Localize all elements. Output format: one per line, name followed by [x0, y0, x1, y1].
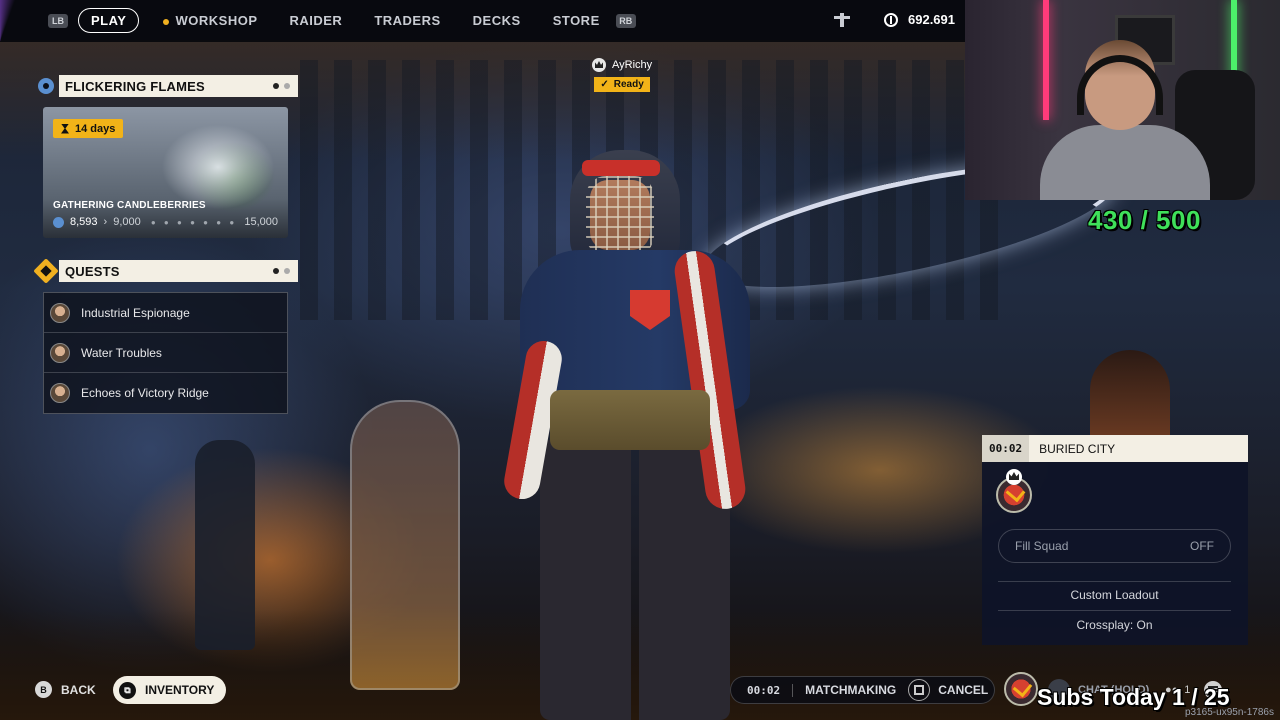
chevron-right-icon: ›: [103, 216, 108, 228]
progress-max: 15,000: [244, 216, 278, 228]
event-subtitle: GATHERING CANDLEBERRIES: [53, 200, 206, 211]
quest-icon: [33, 258, 59, 284]
tab-play[interactable]: PLAY: [78, 8, 140, 33]
progress-dots: ● ● ● ● ● ● ●: [150, 217, 235, 227]
statue: [350, 400, 460, 690]
gear-icon: [38, 78, 54, 94]
matchmaking-bar: 00:02 MATCHMAKING CANCEL: [730, 676, 995, 704]
hourglass-icon: [61, 123, 69, 134]
quests-pager[interactable]: [273, 268, 290, 274]
custom-loadout-button[interactable]: Custom Loadout: [998, 588, 1231, 602]
b-button-icon: B: [35, 681, 52, 698]
cancel-button[interactable]: CANCEL: [938, 683, 988, 697]
notification-dot-icon: [163, 18, 170, 25]
event-header: FLICKERING FLAMES: [33, 74, 298, 98]
checkmark-icon: ✓: [600, 79, 609, 90]
tab-store[interactable]: STORE: [537, 13, 616, 28]
trader-portrait-icon: [50, 302, 70, 323]
event-card[interactable]: 14 days GATHERING CANDLEBERRIES 8,593 › …: [43, 107, 288, 238]
quests-title: QUESTS: [65, 263, 120, 279]
quests-header: QUESTS: [33, 258, 298, 284]
inventory-button[interactable]: ⧉ INVENTORY: [113, 676, 227, 704]
lb-button-icon[interactable]: LB: [48, 13, 68, 28]
currency-value: 692.691: [908, 12, 955, 27]
divider: [998, 610, 1231, 611]
raider-token-icon[interactable]: [834, 12, 850, 27]
top-navigation: LB PLAY WORKSHOP RAIDER TRADERS DECKS ST…: [0, 0, 965, 42]
divider: [998, 581, 1231, 582]
quest-item[interactable]: Water Troubles: [44, 333, 287, 373]
matchmaking-timer: 00:02: [731, 683, 794, 697]
sub-goal-counter: 430 / 500: [1088, 205, 1201, 235]
crown-icon: [1006, 469, 1022, 485]
event-pager[interactable]: [273, 83, 290, 89]
ready-badge: ✓ Ready: [594, 77, 650, 92]
player-tag: AyRichy ✓ Ready: [592, 58, 652, 92]
background-npc: [195, 440, 255, 650]
event-timer-badge: 14 days: [53, 119, 124, 138]
tab-decks[interactable]: DECKS: [457, 13, 537, 28]
event-progress: 8,593 › 9,000 ● ● ● ● ● ● ● 15,000: [53, 216, 278, 228]
tab-traders[interactable]: TRADERS: [358, 13, 456, 28]
stream-rainbow-corner: [0, 0, 40, 42]
quest-list: Industrial Espionage Water Troubles Echo…: [43, 292, 288, 414]
fill-squad-value: OFF: [1190, 539, 1214, 553]
currency-display: 692.691: [834, 12, 955, 27]
crossplay-toggle[interactable]: Crossplay: On: [998, 618, 1231, 632]
back-button[interactable]: B BACK: [35, 681, 96, 698]
build-id: p3165-ux95n-1786s: [1185, 707, 1274, 718]
tab-workshop[interactable]: WORKSHOP: [147, 13, 273, 28]
squad-panel: 00:02 BURIED CITY Fill Squad OFF Custom …: [982, 435, 1248, 645]
matchmaking-label: MATCHMAKING: [805, 683, 897, 697]
progress-current: 8,593: [70, 216, 98, 228]
player-name: AyRichy: [612, 59, 653, 71]
event-title: FLICKERING FLAMES: [65, 78, 205, 94]
cancel-button-icon[interactable]: [908, 679, 931, 701]
map-name: BURIED CITY: [1039, 441, 1116, 456]
crown-icon: [592, 58, 606, 72]
gear-icon: [53, 216, 64, 228]
squad-timer: 00:02: [982, 435, 1030, 462]
quest-item[interactable]: Industrial Espionage: [44, 293, 287, 333]
view-button-icon: ⧉: [119, 681, 136, 699]
fill-squad-toggle[interactable]: Fill Squad OFF: [998, 529, 1231, 563]
tab-raider[interactable]: RAIDER: [273, 13, 358, 28]
nav-tabs: LB PLAY WORKSHOP RAIDER TRADERS DECKS ST…: [48, 8, 636, 33]
background-npc-right: [1090, 350, 1170, 440]
rb-button-icon[interactable]: RB: [615, 13, 636, 28]
neon-light-pink: [1043, 0, 1049, 120]
quest-item[interactable]: Echoes of Victory Ridge: [44, 373, 287, 413]
coin-icon: [884, 12, 898, 27]
streamer-webcam: [965, 0, 1280, 200]
hockey-mask: [586, 176, 654, 256]
trader-portrait-icon: [50, 383, 70, 403]
trader-portrait-icon: [50, 342, 70, 363]
progress-next: 9,000: [113, 216, 141, 228]
raider-character[interactable]: [490, 150, 770, 720]
player-avatar[interactable]: [1004, 672, 1038, 706]
